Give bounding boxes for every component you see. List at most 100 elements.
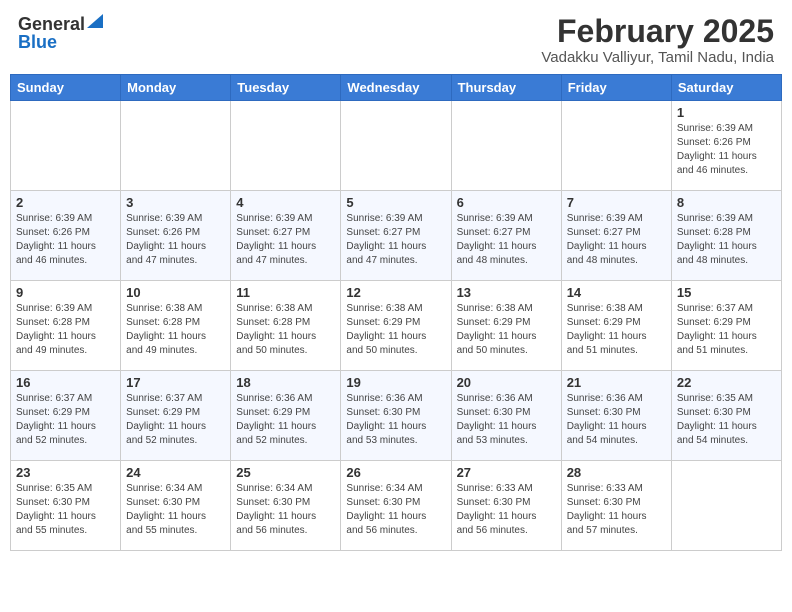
calendar-cell: 14 Sunrise: 6:38 AM Sunset: 6:29 PM Dayli…: [561, 281, 671, 371]
day-info: Sunrise: 6:37 AM Sunset: 6:29 PM Dayligh…: [16, 392, 115, 448]
calendar-cell: 24 Sunrise: 6:34 AM Sunset: 6:30 PM Dayli…: [121, 461, 231, 551]
day-info: Sunrise: 6:38 AM Sunset: 6:29 PM Dayligh…: [457, 302, 556, 358]
calendar-day-header: Friday: [561, 75, 671, 101]
day-number: 19: [346, 375, 445, 390]
day-info: Sunrise: 6:33 AM Sunset: 6:30 PM Dayligh…: [567, 482, 666, 538]
logo: General Blue: [18, 14, 103, 51]
calendar-cell: 10 Sunrise: 6:38 AM Sunset: 6:28 PM Dayli…: [121, 281, 231, 371]
day-number: 14: [567, 285, 666, 300]
calendar-cell: 3 Sunrise: 6:39 AM Sunset: 6:26 PM Daylig…: [121, 191, 231, 281]
day-number: 12: [346, 285, 445, 300]
calendar-cell: [671, 461, 781, 551]
calendar-day-header: Monday: [121, 75, 231, 101]
day-info: Sunrise: 6:39 AM Sunset: 6:27 PM Dayligh…: [236, 212, 335, 268]
day-info: Sunrise: 6:37 AM Sunset: 6:29 PM Dayligh…: [126, 392, 225, 448]
logo-icon: [87, 14, 103, 28]
calendar-cell: 9 Sunrise: 6:39 AM Sunset: 6:28 PM Daylig…: [11, 281, 121, 371]
calendar-cell: 7Sunrise: 6:39 AM Sunset: 6:27 PM Daylig…: [561, 191, 671, 281]
day-number: 8: [677, 195, 776, 210]
day-info: Sunrise: 6:38 AM Sunset: 6:29 PM Dayligh…: [567, 302, 666, 358]
day-info: Sunrise: 6:33 AM Sunset: 6:30 PM Dayligh…: [457, 482, 556, 538]
day-number: 25: [236, 465, 335, 480]
day-info: Sunrise: 6:36 AM Sunset: 6:30 PM Dayligh…: [457, 392, 556, 448]
calendar-cell: 19 Sunrise: 6:36 AM Sunset: 6:30 PM Dayli…: [341, 371, 451, 461]
day-number: 27: [457, 465, 556, 480]
day-info: Sunrise: 6:34 AM Sunset: 6:30 PM Dayligh…: [236, 482, 335, 538]
day-number: 9: [16, 285, 115, 300]
day-info: Sunrise: 6:38 AM Sunset: 6:28 PM Dayligh…: [126, 302, 225, 358]
day-info: Sunrise: 6:39 AM Sunset: 6:26 PM Dayligh…: [126, 212, 225, 268]
calendar-week-row: 9 Sunrise: 6:39 AM Sunset: 6:28 PM Daylig…: [11, 281, 782, 371]
day-info: Sunrise: 6:39 AM Sunset: 6:27 PM Dayligh…: [346, 212, 445, 268]
calendar-cell: 28 Sunrise: 6:33 AM Sunset: 6:30 PM Dayli…: [561, 461, 671, 551]
day-number: 10: [126, 285, 225, 300]
calendar-week-row: 2 Sunrise: 6:39 AM Sunset: 6:26 PM Daylig…: [11, 191, 782, 281]
day-info: Sunrise: 6:38 AM Sunset: 6:29 PM Dayligh…: [346, 302, 445, 358]
day-number: 4: [236, 195, 335, 210]
calendar-day-header: Wednesday: [341, 75, 451, 101]
calendar-cell: 20 Sunrise: 6:36 AM Sunset: 6:30 PM Dayli…: [451, 371, 561, 461]
calendar-cell: 16Sunrise: 6:37 AM Sunset: 6:29 PM Dayli…: [11, 371, 121, 461]
day-number: 18: [236, 375, 335, 390]
calendar-day-header: Sunday: [11, 75, 121, 101]
page-header: General Blue February 2025 Vadakku Valli…: [10, 10, 782, 70]
day-info: Sunrise: 6:36 AM Sunset: 6:30 PM Dayligh…: [346, 392, 445, 448]
calendar-day-header: Tuesday: [231, 75, 341, 101]
calendar-cell: 17 Sunrise: 6:37 AM Sunset: 6:29 PM Dayli…: [121, 371, 231, 461]
calendar-cell: 21 Sunrise: 6:36 AM Sunset: 6:30 PM Dayli…: [561, 371, 671, 461]
day-info: Sunrise: 6:39 AM Sunset: 6:26 PM Dayligh…: [677, 122, 776, 178]
calendar-cell: 2 Sunrise: 6:39 AM Sunset: 6:26 PM Daylig…: [11, 191, 121, 281]
calendar-cell: 1 Sunrise: 6:39 AM Sunset: 6:26 PM Daylig…: [671, 101, 781, 191]
calendar-cell: [121, 101, 231, 191]
calendar-cell: 27 Sunrise: 6:33 AM Sunset: 6:30 PM Dayli…: [451, 461, 561, 551]
calendar-header-row: SundayMondayTuesdayWednesdayThursdayFrid…: [11, 75, 782, 101]
day-number: 20: [457, 375, 556, 390]
calendar-cell: 22Sunrise: 6:35 AM Sunset: 6:30 PM Dayli…: [671, 371, 781, 461]
day-info: Sunrise: 6:34 AM Sunset: 6:30 PM Dayligh…: [126, 482, 225, 538]
day-number: 24: [126, 465, 225, 480]
day-info: Sunrise: 6:39 AM Sunset: 6:28 PM Dayligh…: [16, 302, 115, 358]
calendar-cell: [451, 101, 561, 191]
calendar-cell: 5 Sunrise: 6:39 AM Sunset: 6:27 PM Daylig…: [341, 191, 451, 281]
day-number: 13: [457, 285, 556, 300]
calendar-week-row: 1 Sunrise: 6:39 AM Sunset: 6:26 PM Daylig…: [11, 101, 782, 191]
calendar-cell: 6Sunrise: 6:39 AM Sunset: 6:27 PM Daylig…: [451, 191, 561, 281]
calendar-cell: 25 Sunrise: 6:34 AM Sunset: 6:30 PM Dayli…: [231, 461, 341, 551]
day-info: Sunrise: 6:35 AM Sunset: 6:30 PM Dayligh…: [677, 392, 776, 448]
day-info: Sunrise: 6:34 AM Sunset: 6:30 PM Dayligh…: [346, 482, 445, 538]
day-info: Sunrise: 6:39 AM Sunset: 6:26 PM Dayligh…: [16, 212, 115, 268]
calendar-week-row: 16Sunrise: 6:37 AM Sunset: 6:29 PM Dayli…: [11, 371, 782, 461]
logo-blue-text: Blue: [18, 33, 57, 51]
calendar-table: SundayMondayTuesdayWednesdayThursdayFrid…: [10, 74, 782, 551]
calendar-cell: 23Sunrise: 6:35 AM Sunset: 6:30 PM Dayli…: [11, 461, 121, 551]
calendar-cell: 4 Sunrise: 6:39 AM Sunset: 6:27 PM Daylig…: [231, 191, 341, 281]
day-info: Sunrise: 6:37 AM Sunset: 6:29 PM Dayligh…: [677, 302, 776, 358]
day-number: 28: [567, 465, 666, 480]
location-title: Vadakku Valliyur, Tamil Nadu, India: [541, 49, 774, 66]
calendar-cell: 15 Sunrise: 6:37 AM Sunset: 6:29 PM Dayli…: [671, 281, 781, 371]
month-title: February 2025: [541, 14, 774, 49]
calendar-cell: [341, 101, 451, 191]
calendar-cell: 8 Sunrise: 6:39 AM Sunset: 6:28 PM Daylig…: [671, 191, 781, 281]
calendar-cell: 18Sunrise: 6:36 AM Sunset: 6:29 PM Dayli…: [231, 371, 341, 461]
calendar-cell: 26 Sunrise: 6:34 AM Sunset: 6:30 PM Dayli…: [341, 461, 451, 551]
day-number: 3: [126, 195, 225, 210]
title-block: February 2025 Vadakku Valliyur, Tamil Na…: [541, 14, 774, 66]
day-info: Sunrise: 6:38 AM Sunset: 6:28 PM Dayligh…: [236, 302, 335, 358]
calendar-week-row: 23Sunrise: 6:35 AM Sunset: 6:30 PM Dayli…: [11, 461, 782, 551]
day-number: 5: [346, 195, 445, 210]
day-number: 17: [126, 375, 225, 390]
day-number: 2: [16, 195, 115, 210]
day-info: Sunrise: 6:35 AM Sunset: 6:30 PM Dayligh…: [16, 482, 115, 538]
calendar-day-header: Thursday: [451, 75, 561, 101]
day-number: 7: [567, 195, 666, 210]
calendar-cell: 13 Sunrise: 6:38 AM Sunset: 6:29 PM Dayli…: [451, 281, 561, 371]
day-info: Sunrise: 6:39 AM Sunset: 6:28 PM Dayligh…: [677, 212, 776, 268]
day-number: 15: [677, 285, 776, 300]
calendar-cell: [231, 101, 341, 191]
day-number: 1: [677, 105, 776, 120]
day-number: 21: [567, 375, 666, 390]
calendar-cell: 12 Sunrise: 6:38 AM Sunset: 6:29 PM Dayli…: [341, 281, 451, 371]
day-number: 26: [346, 465, 445, 480]
day-info: Sunrise: 6:36 AM Sunset: 6:30 PM Dayligh…: [567, 392, 666, 448]
